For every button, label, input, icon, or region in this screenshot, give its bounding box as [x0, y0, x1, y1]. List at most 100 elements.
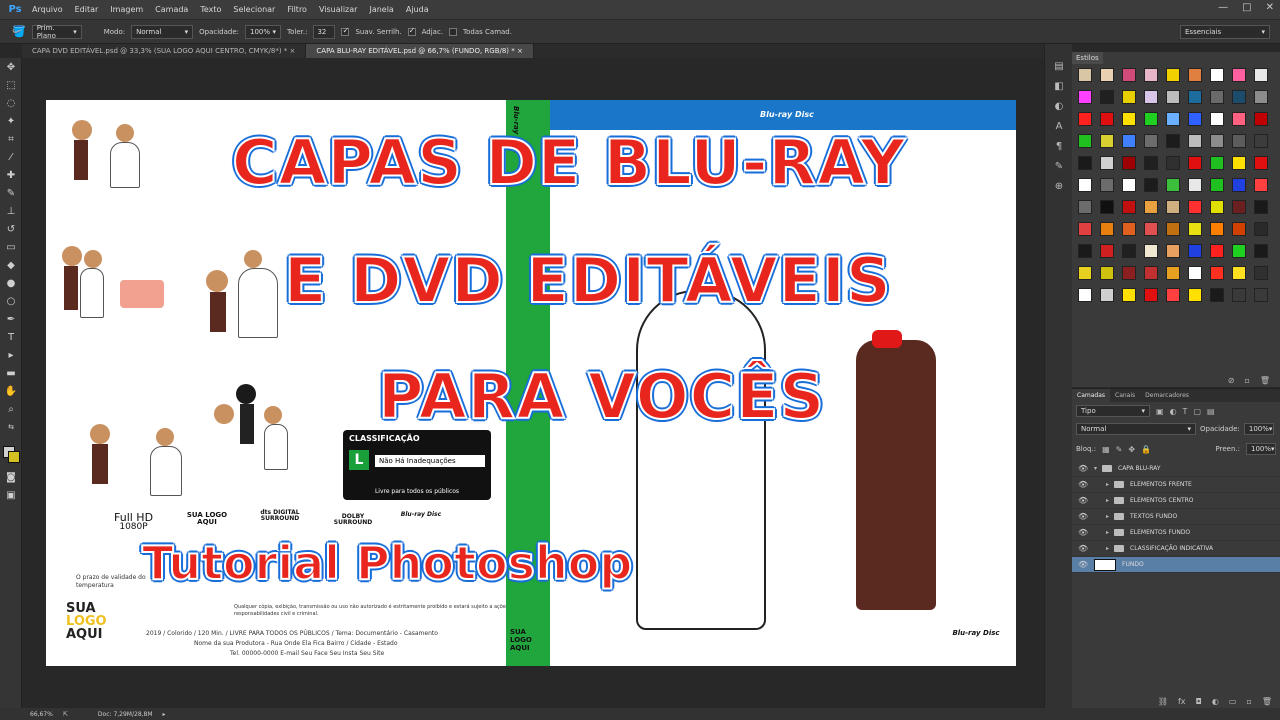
filter-adjust-icon[interactable]: ◐ [1170, 407, 1177, 416]
opacity-field[interactable]: 100% ▾ [245, 24, 282, 39]
menu-janela[interactable]: Janela [363, 0, 399, 20]
lasso-tool-icon[interactable]: ◌ [0, 94, 22, 112]
maximize-icon[interactable]: □ [1242, 2, 1251, 13]
fx-icon[interactable]: fx [1178, 697, 1186, 706]
style-swatch[interactable] [1078, 112, 1092, 126]
trash-icon[interactable]: 🗑 [1260, 376, 1270, 385]
style-swatch[interactable] [1100, 134, 1114, 148]
style-swatch[interactable] [1122, 222, 1136, 236]
style-swatch[interactable] [1144, 178, 1158, 192]
style-swatch[interactable] [1166, 68, 1180, 82]
layer-row[interactable]: 👁 FUNDO [1072, 557, 1280, 573]
style-swatch[interactable] [1122, 244, 1136, 258]
style-swatch[interactable] [1144, 134, 1158, 148]
canvas-area[interactable]: CLASSIFICAÇÃO L Não Há Inadequações Livr… [22, 58, 1044, 708]
layer-row[interactable]: 👁 ▸ ELEMENTOS CENTRO [1072, 493, 1280, 509]
menu-camada[interactable]: Camada [149, 0, 194, 20]
style-swatch[interactable] [1122, 266, 1136, 280]
style-swatch[interactable] [1232, 288, 1246, 302]
layer-row[interactable]: 👁 ▸ TEXTOS FUNDO [1072, 509, 1280, 525]
style-swatch[interactable] [1100, 266, 1114, 280]
lock-all-icon[interactable]: 🔒 [1141, 445, 1151, 454]
style-swatch[interactable] [1100, 156, 1114, 170]
style-swatch[interactable] [1078, 134, 1092, 148]
style-swatch[interactable] [1254, 222, 1268, 236]
style-swatch[interactable] [1144, 288, 1158, 302]
style-swatch[interactable] [1144, 266, 1158, 280]
character-panel-icon[interactable]: A [1045, 116, 1073, 136]
style-swatch[interactable] [1210, 222, 1224, 236]
style-swatch[interactable] [1166, 178, 1180, 192]
style-swatch[interactable] [1232, 178, 1246, 192]
visibility-eye-icon[interactable]: 👁 [1078, 512, 1090, 521]
tab-capa-dvd[interactable]: CAPA DVD EDITÁVEL.psd @ 33,3% (SUA LOGO … [22, 44, 307, 58]
style-swatch[interactable] [1100, 288, 1114, 302]
paragraph-panel-icon[interactable]: ¶ [1045, 136, 1073, 156]
style-swatch[interactable] [1122, 288, 1136, 302]
style-swatch[interactable] [1188, 134, 1202, 148]
healing-brush-tool-icon[interactable]: ✚ [0, 166, 22, 184]
delete-icon[interactable]: ⊘ [1228, 376, 1235, 385]
antialias-checkbox[interactable] [341, 26, 350, 36]
eyedropper-tool-icon[interactable]: ⁄ [0, 148, 22, 166]
style-swatch[interactable] [1166, 156, 1180, 170]
menu-texto[interactable]: Texto [194, 0, 227, 20]
layer-row[interactable]: 👁 ▸ CLASSIFICAÇÃO INDICATIVA [1072, 541, 1280, 557]
style-swatch[interactable] [1188, 90, 1202, 104]
style-swatch[interactable] [1188, 244, 1202, 258]
style-swatch[interactable] [1210, 134, 1224, 148]
style-swatch[interactable] [1166, 288, 1180, 302]
export-icon[interactable]: ⇱ [63, 711, 68, 718]
style-swatch[interactable] [1144, 90, 1158, 104]
style-swatch[interactable] [1254, 244, 1268, 258]
delete-layer-icon[interactable]: 🗑 [1262, 697, 1272, 706]
tolerance-input[interactable]: 32 [313, 24, 336, 39]
style-swatch[interactable] [1254, 200, 1268, 214]
fill-source-select[interactable]: Prim. Plano ▾ [31, 24, 82, 40]
filter-pixel-icon[interactable]: ▣ [1156, 407, 1164, 416]
visibility-eye-icon[interactable]: 👁 [1078, 528, 1090, 537]
style-swatch[interactable] [1188, 68, 1202, 82]
style-swatch[interactable] [1144, 200, 1158, 214]
magic-wand-tool-icon[interactable]: ✦ [0, 112, 22, 130]
contiguous-checkbox[interactable] [407, 26, 416, 36]
style-swatch[interactable] [1100, 222, 1114, 236]
style-swatch[interactable] [1254, 266, 1268, 280]
style-swatch[interactable] [1144, 244, 1158, 258]
quick-mask-icon[interactable]: ◙ [0, 468, 22, 486]
hand-tool-icon[interactable]: ✋ [0, 382, 22, 400]
filter-smart-icon[interactable]: ▤ [1207, 407, 1215, 416]
style-swatch[interactable] [1166, 134, 1180, 148]
mode-select[interactable]: Normal ▾ [131, 24, 194, 39]
style-swatch[interactable] [1144, 156, 1158, 170]
zoom-tool-icon[interactable]: ⌕ [0, 400, 22, 418]
menu-arquivo[interactable]: Arquivo [26, 0, 69, 20]
style-swatch[interactable] [1254, 156, 1268, 170]
style-swatch[interactable] [1232, 156, 1246, 170]
brush-tool-icon[interactable]: ✎ [0, 184, 22, 202]
style-swatch[interactable] [1166, 266, 1180, 280]
layer-opacity-field[interactable]: 100% ▾ [1243, 423, 1274, 435]
style-swatch[interactable] [1144, 222, 1158, 236]
fill-field[interactable]: 100% ▾ [1246, 443, 1276, 455]
style-swatch[interactable] [1078, 266, 1092, 280]
new-group-icon[interactable]: ▭ [1229, 697, 1237, 706]
style-swatch[interactable] [1232, 134, 1246, 148]
style-swatch[interactable] [1188, 178, 1202, 192]
status-arrow-icon[interactable]: ▸ [163, 711, 166, 718]
style-swatch[interactable] [1188, 266, 1202, 280]
style-swatch[interactable] [1210, 288, 1224, 302]
properties-panel-icon[interactable]: ◧ [1045, 76, 1073, 96]
tab-camadas[interactable]: Camadas [1072, 389, 1110, 402]
expand-triangle-icon[interactable]: ▸ [1106, 497, 1114, 504]
style-swatch[interactable] [1232, 68, 1246, 82]
background-color-swatch[interactable] [8, 451, 20, 463]
shape-tool-icon[interactable]: ▬ [0, 364, 22, 382]
style-swatch[interactable] [1210, 112, 1224, 126]
style-swatch[interactable] [1254, 288, 1268, 302]
style-swatch[interactable] [1166, 112, 1180, 126]
layer-row[interactable]: 👁 ▸ ELEMENTOS FUNDO [1072, 525, 1280, 541]
lock-move-icon[interactable]: ✥ [1128, 445, 1135, 454]
expand-triangle-icon[interactable]: ▸ [1106, 513, 1114, 520]
style-swatch[interactable] [1254, 178, 1268, 192]
